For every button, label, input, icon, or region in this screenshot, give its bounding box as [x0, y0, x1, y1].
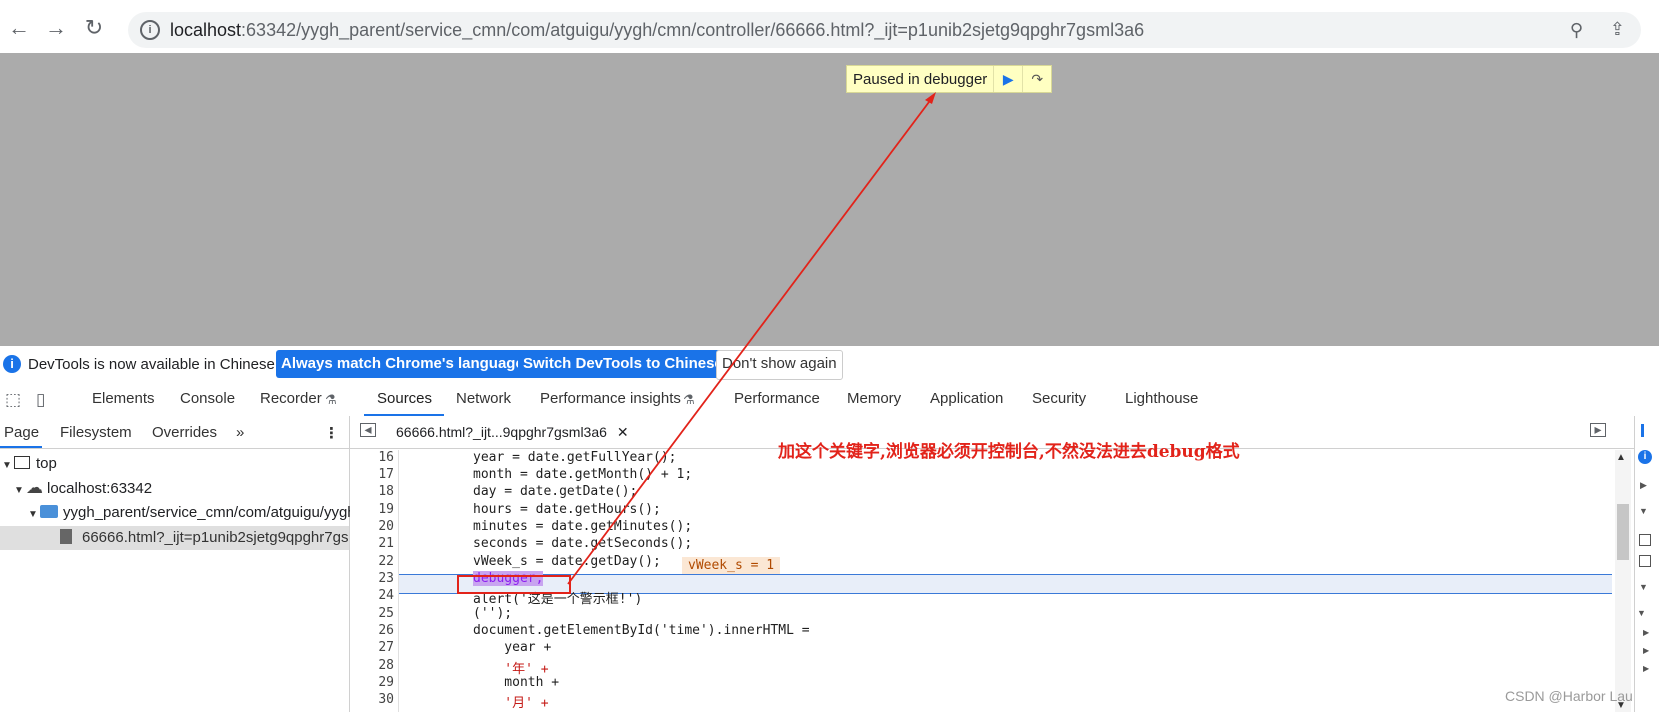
- highlight-box: [457, 575, 571, 594]
- watermark: CSDN @Harbor Lau: [1505, 688, 1633, 704]
- annotation-overlay: [457, 92, 936, 594]
- annotation-arrow: [567, 97, 933, 585]
- arrow-head-icon: [925, 92, 936, 104]
- annotation-text: 加这个关键字,浏览器必须开控制台,不然没法进去debug格式: [778, 442, 1240, 462]
